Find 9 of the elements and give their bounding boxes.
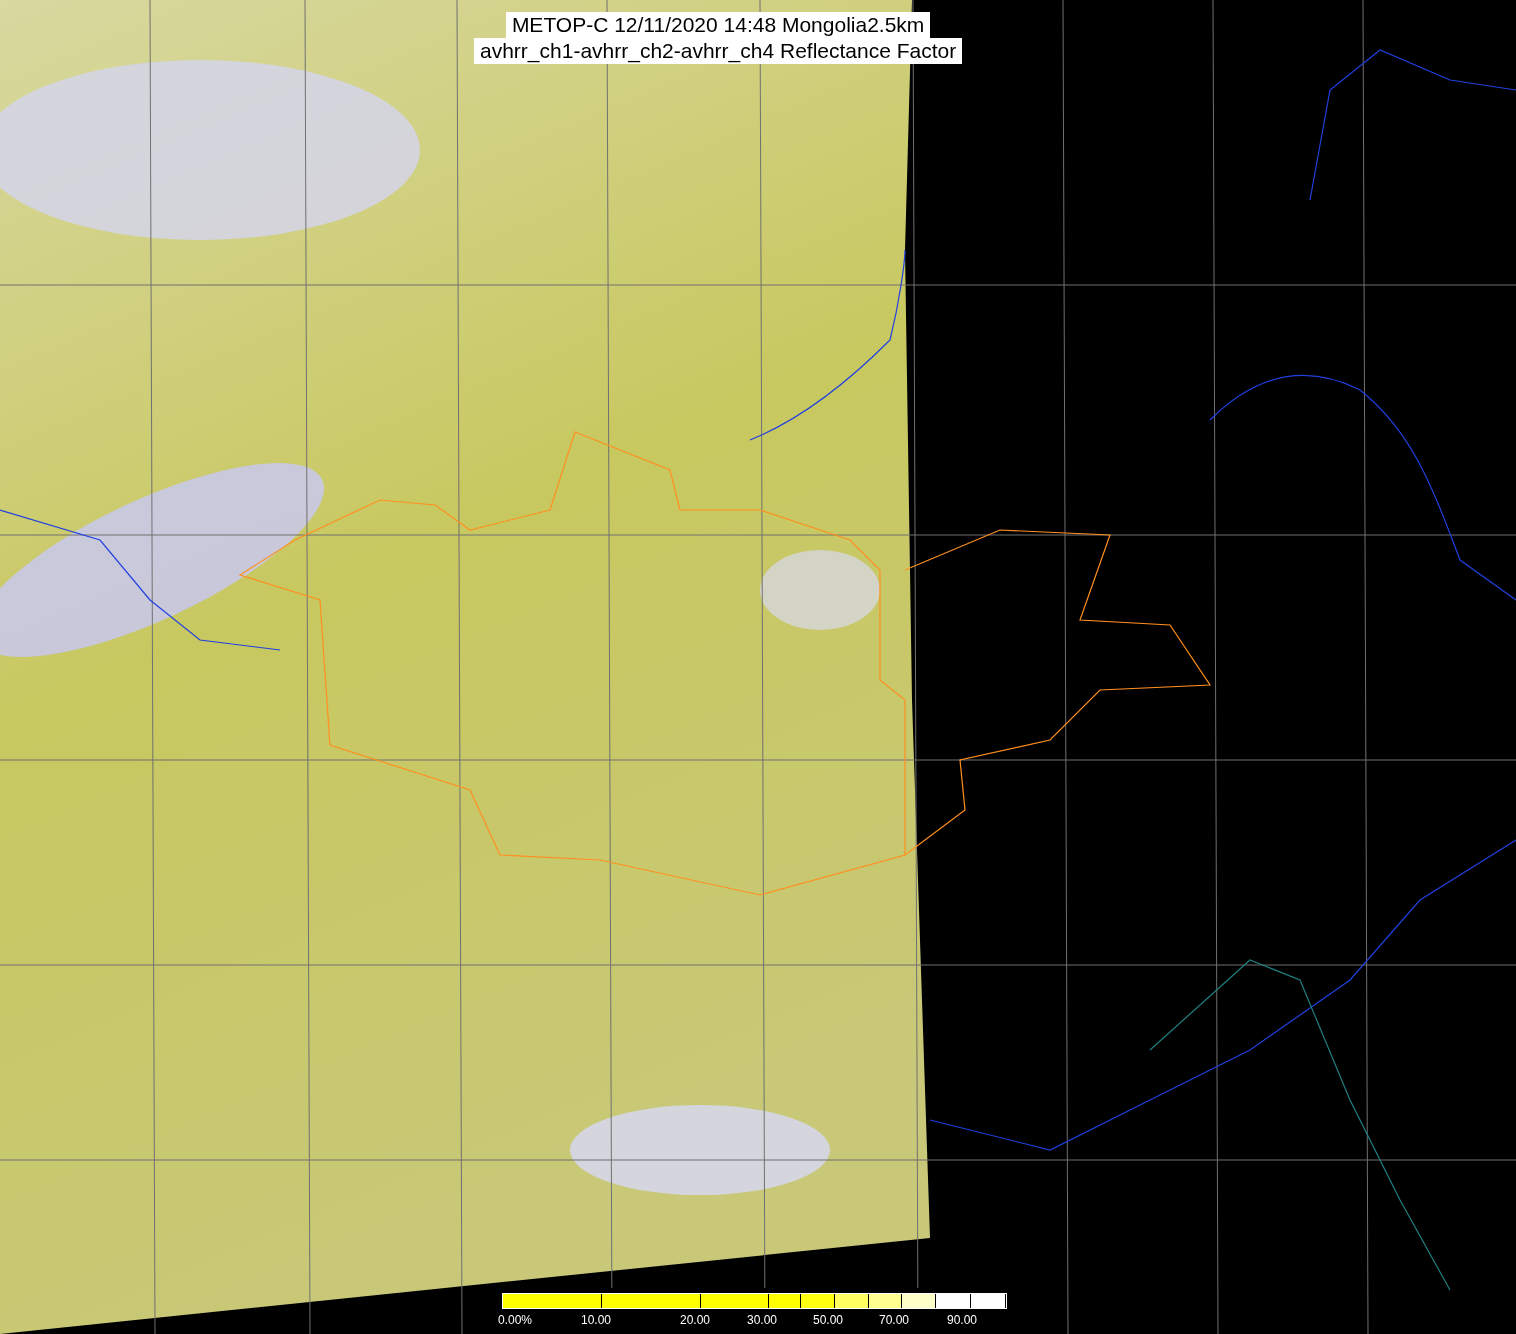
colorbar-label: 0.00% [498,1313,533,1327]
colorbar-label: 70.00 [879,1313,910,1327]
colorbar-label: 30.00 [747,1313,778,1327]
map-title: METOP-C 12/11/2020 14:48 Mongolia2.5km [505,12,931,38]
colorbar-label: 90.00 [947,1313,978,1327]
colorbar-label: 10.00 [581,1313,612,1327]
colorbar-label: 50.00 [813,1313,844,1327]
map-title: avhrr_ch1-avhrr_ch2-avhrr_ch4 Reflectance Factor [474,38,963,64]
colorbar-label: 20.00 [680,1313,711,1327]
